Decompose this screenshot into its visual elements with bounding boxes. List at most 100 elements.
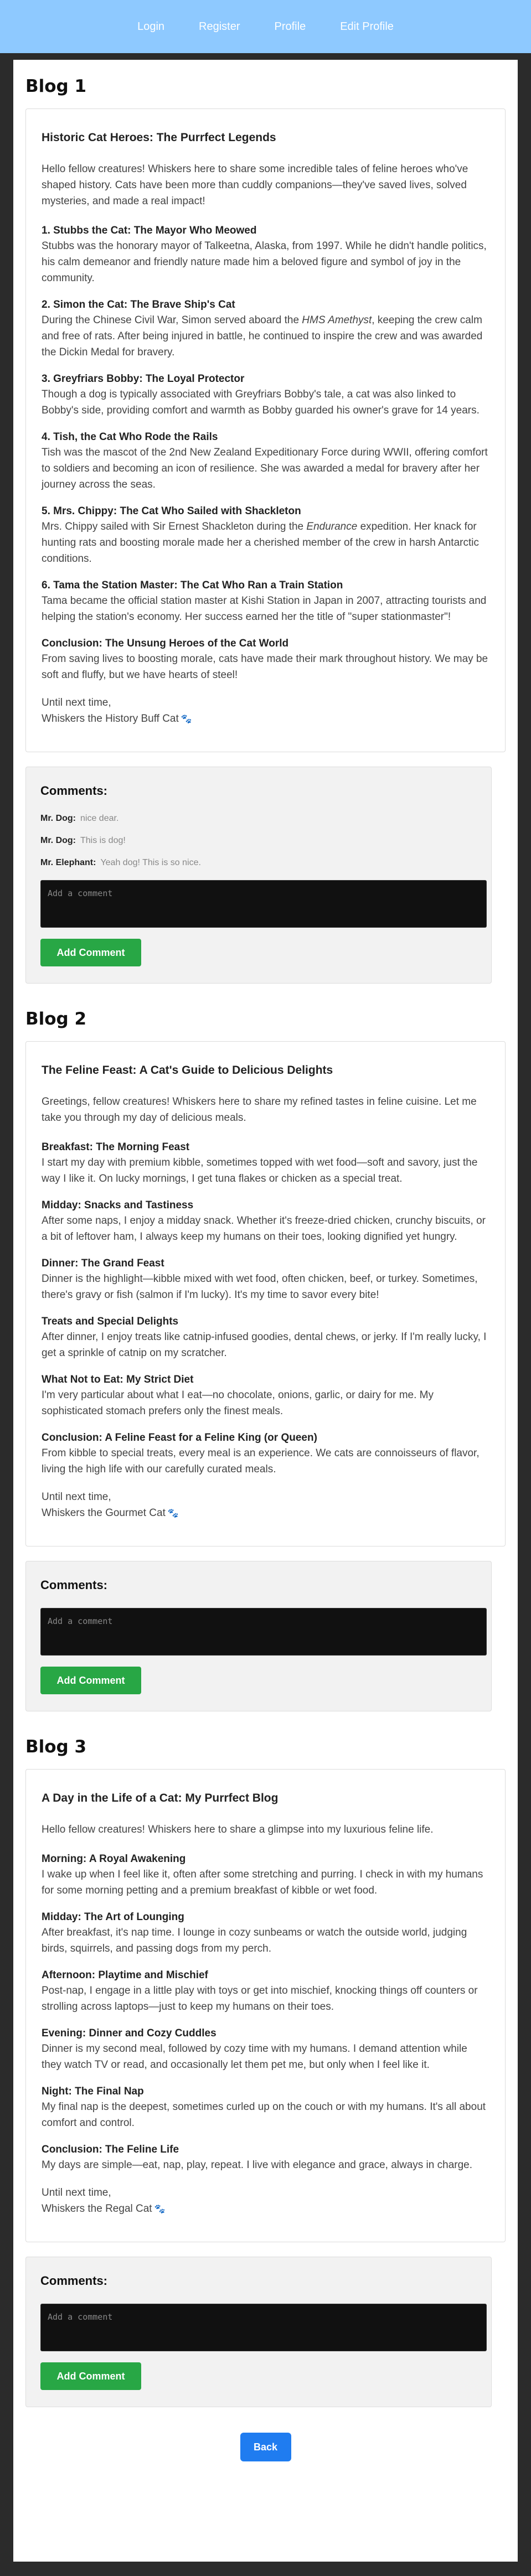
section-body: Dinner is the highlight—kibble mixed wit… [42,1273,478,1301]
comment-input[interactable] [40,1608,487,1656]
section-title: Conclusion: The Unsung Heroes of the Cat… [42,638,289,649]
section-body: I wake up when I feel like it, often aft… [42,1869,483,1896]
comment-input[interactable] [40,2304,487,2351]
post-signoff: Until next time, Whiskers the Gourmet Cat… [42,1489,489,1522]
comment-input[interactable] [40,880,487,928]
post-section: Afternoon: Playtime and Mischief Post-nap… [42,1968,489,2015]
post-title: The Feline Feast: A Cat's Guide to Delic… [42,1064,333,1077]
back-container: Back [25,2433,506,2461]
add-comment-button[interactable]: Add Comment [40,939,141,966]
post-signoff: Until next time, Whiskers the Regal Cat 🐾 [42,2185,489,2217]
section-body: Tish was the mascot of the 2nd New Zeala… [42,447,488,490]
nav-edit-profile-link[interactable]: Edit Profile [340,20,394,33]
section-title: 1. Stubbs the Cat: The Mayor Who Meowed [42,225,257,236]
post-section: 1. Stubbs the Cat: The Mayor Who Meowed S… [42,224,489,286]
post-section: 5. Mrs. Chippy: The Cat Who Sailed with … [42,504,489,567]
section-body: Though a dog is typically associated wit… [42,389,480,416]
section-body: After some naps, I enjoy a midday snack.… [42,1215,486,1243]
comments-title: Comments: [40,1578,108,1592]
section-title: Treats and Special Delights [42,1316,179,1327]
post-section: Conclusion: A Feline Feast for a Feline … [42,1431,489,1477]
comment-text: nice dear. [80,814,119,823]
post-section: Evening: Dinner and Cozy Cuddles Dinner i… [42,2026,489,2073]
blog-post: A Day in the Life of a Cat: My Purrfect … [25,1769,506,2242]
signoff-author: Whiskers the Gourmet Cat [42,1507,166,1519]
section-body-emphasis: HMS Amethyst [302,314,372,326]
add-comment-button[interactable]: Add Comment [40,1667,141,1694]
post-section: 4. Tish, the Cat Who Rode the Rails Tish … [42,430,489,493]
section-body-text: Mrs. Chippy sailed with Sir Ernest Shack… [42,521,307,532]
section-title: Breakfast: The Morning Feast [42,1141,190,1153]
blog-heading: Blog 1 [25,76,87,96]
section-body-text: During the Chinese Civil War, Simon serv… [42,314,302,326]
paw-icon: 🐾 [154,2205,166,2214]
section-body: Tama became the official station master … [42,595,487,623]
section-body: My final nap is the deepest, sometimes c… [42,2101,486,2129]
signoff-author: Whiskers the Regal Cat [42,2203,152,2215]
comment-author: Mr. Dog: [40,836,76,845]
comment-author: Mr. Elephant: [40,858,96,867]
comment-author: Mr. Dog: [40,814,76,823]
blog-section: Blog 2 The Feline Feast: A Cat's Guide to… [25,1009,506,1711]
section-body: I'm very particular about what I eat—no … [42,1389,434,1417]
signoff-line: Until next time, [42,697,111,708]
nav-register-link[interactable]: Register [199,20,240,33]
section-title: 3. Greyfriars Bobby: The Loyal Protector [42,373,245,385]
comments-panel: Comments: Mr. Dog: nice dear. Mr. Dog: This … [25,767,492,984]
post-section: Conclusion: The Unsung Heroes of the Cat… [42,637,489,683]
post-section: Midday: Snacks and Tastiness After some n… [42,1198,489,1245]
section-body: Stubbs was the honorary mayor of Talkeet… [42,240,487,284]
section-title: Midday: The Art of Lounging [42,1911,184,1923]
post-intro: Hello fellow creatures! Whiskers here to… [42,163,468,207]
section-body: Mrs. Chippy sailed with Sir Ernest Shack… [42,519,489,567]
add-comment-button[interactable]: Add Comment [40,2362,141,2390]
comments-title: Comments: [40,2274,108,2288]
blog-heading: Blog 2 [25,1009,87,1029]
comment-item: Mr. Dog: This is dog! [40,836,477,846]
post-section: Morning: A Royal Awakening I wake up when… [42,1852,489,1899]
section-title: Conclusion: The Feline Life [42,2144,179,2155]
section-title: 2. Simon the Cat: The Brave Ship's Cat [42,299,235,311]
post-section: Breakfast: The Morning Feast I start my d… [42,1140,489,1187]
section-body: From kibble to special treats, every mea… [42,1447,480,1475]
comments-panel: Comments: Add Comment [25,1561,492,1711]
post-intro: Hello fellow creatures! Whiskers here to… [42,1824,434,1835]
blog-section: Blog 3 A Day in the Life of a Cat: My Pur… [25,1737,506,2407]
comment-text: Yeah dog! This is so nice. [100,858,201,867]
blog-post: The Feline Feast: A Cat's Guide to Delic… [25,1041,506,1546]
section-title: 4. Tish, the Cat Who Rode the Rails [42,431,218,443]
section-title: 5. Mrs. Chippy: The Cat Who Sailed with … [42,505,301,517]
main-content: Blog 1 Historic Cat Heroes: The Purrfect … [13,60,518,2562]
post-section: 2. Simon the Cat: The Brave Ship's Cat Du… [42,298,489,360]
post-section: Dinner: The Grand Feast Dinner is the hig… [42,1256,489,1303]
section-body: Post-nap, I engage in a little play with… [42,1985,478,2013]
section-title: Evening: Dinner and Cozy Cuddles [42,2027,216,2039]
section-title: Morning: A Royal Awakening [42,1853,186,1865]
section-body: My days are simple—eat, nap, play, repea… [42,2159,472,2171]
section-body: After dinner, I enjoy treats like catnip… [42,1331,487,1359]
section-body: Dinner is my second meal, followed by co… [42,2043,467,2071]
section-title: Dinner: The Grand Feast [42,1258,164,1269]
comment-text: This is dog! [80,836,126,845]
post-intro: Greetings, fellow creatures! Whiskers he… [42,1096,477,1124]
section-body-emphasis: Endurance [306,521,358,532]
section-body: From saving lives to boosting morale, ca… [42,653,488,681]
section-body: During the Chinese Civil War, Simon serv… [42,312,489,360]
nav-profile-link[interactable]: Profile [275,20,306,33]
section-body: After breakfast, it's nap time. I lounge… [42,1927,467,1954]
blog-list: Blog 1 Historic Cat Heroes: The Purrfect … [25,76,506,2407]
section-title: Night: The Final Nap [42,2086,144,2097]
back-button[interactable]: Back [240,2433,291,2461]
nav-login-link[interactable]: Login [137,20,164,33]
section-title: Midday: Snacks and Tastiness [42,1199,194,1211]
comments-title: Comments: [40,784,108,798]
post-section: Treats and Special Delights After dinner,… [42,1315,489,1361]
post-signoff: Until next time, Whiskers the History Buf… [42,695,489,727]
post-title: Historic Cat Heroes: The Purrfect Legend… [42,131,276,144]
post-section: What Not to Eat: My Strict Diet I'm very … [42,1373,489,1419]
top-navigation: Login Register Profile Edit Profile [0,0,531,53]
post-section: 3. Greyfriars Bobby: The Loyal Protector… [42,372,489,418]
post-title: A Day in the Life of a Cat: My Purrfect … [42,1792,279,1804]
post-section: Midday: The Art of Lounging After breakfa… [42,1910,489,1957]
section-title: Afternoon: Playtime and Mischief [42,1969,208,1981]
